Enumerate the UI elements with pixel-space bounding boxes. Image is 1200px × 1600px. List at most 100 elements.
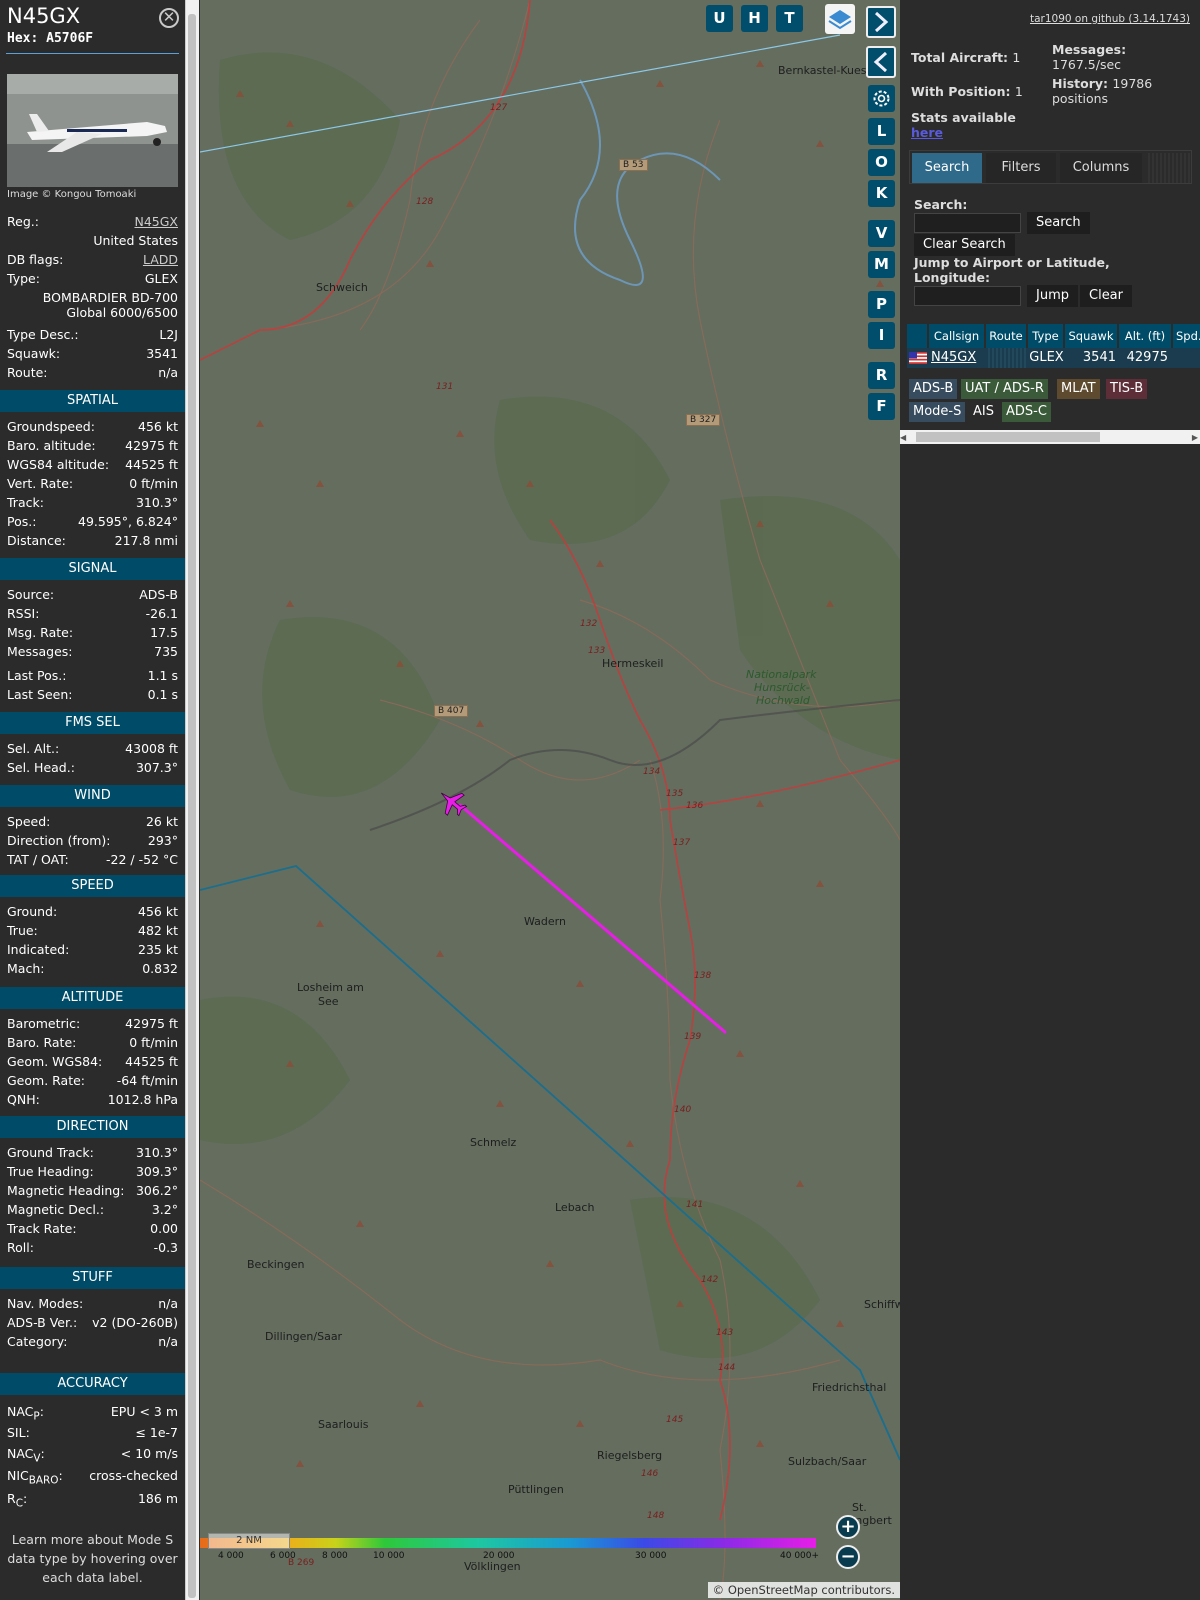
map-button-v[interactable]: V (868, 220, 895, 247)
stuff-label[interactable]: ADS-B Ver.: (7, 1315, 77, 1330)
source-chip-mlat[interactable]: MLAT (1057, 379, 1100, 399)
direction-label[interactable]: True Heading: (7, 1164, 94, 1179)
map-button-o[interactable]: O (868, 149, 895, 176)
stuff-label[interactable]: Nav. Modes: (7, 1296, 83, 1311)
reg-link[interactable]: N45GX (134, 214, 178, 229)
altitude-label[interactable]: Geom. WGS84: (7, 1054, 102, 1069)
nic-label[interactable]: NICBARO: (7, 1468, 63, 1487)
speed-label[interactable]: Mach: (7, 961, 44, 976)
wind-label[interactable]: Speed: (7, 814, 50, 829)
direction-label[interactable]: Track Rate: (7, 1221, 77, 1236)
jump-button[interactable]: Jump (1027, 285, 1078, 307)
sidebar-scrollbar-thumb[interactable] (188, 14, 196, 1598)
altitude-label[interactable]: Baro. Rate: (7, 1035, 76, 1050)
map-button-i[interactable]: I (868, 322, 895, 349)
dbflags-link[interactable]: LADD (143, 252, 178, 267)
map-button-m[interactable]: M (868, 251, 895, 278)
stats-link[interactable]: here (911, 125, 943, 140)
source-chip-ais[interactable]: AIS (969, 402, 998, 422)
signal-label[interactable]: Messages: (7, 644, 73, 659)
altitude-label[interactable]: Barometric: (7, 1016, 80, 1031)
source-chip-uat[interactable]: UAT / ADS-R (961, 379, 1048, 399)
source-chip-adsc[interactable]: ADS-C (1002, 402, 1051, 422)
tab-columns[interactable]: Columns (1060, 153, 1142, 183)
spatial-label[interactable]: WGS84 altitude: (7, 457, 109, 472)
tab-filters[interactable]: Filters (986, 153, 1056, 183)
wind-label[interactable]: TAT / OAT: (7, 852, 69, 867)
fms-label[interactable]: Sel. Alt.: (7, 741, 59, 756)
section-header-speed: SPEED (0, 875, 185, 897)
spatial-label[interactable]: Groundspeed: (7, 419, 95, 434)
map-button-h[interactable]: H (741, 5, 768, 32)
nacp-label[interactable]: NACP: (7, 1404, 44, 1423)
source-chip-tisb[interactable]: TIS-B (1106, 379, 1148, 399)
search-button[interactable]: Search (1027, 212, 1090, 234)
map-canvas[interactable]: Bernkastel-Kues Schweich Hermeskeil Nati… (200, 0, 900, 1600)
scroll-left-icon[interactable]: ◀ (900, 433, 906, 442)
github-link[interactable]: tar1090 on github (3.14.1743) (1030, 13, 1190, 25)
place-label: Wadern (524, 915, 566, 928)
speed-label[interactable]: Ground: (7, 904, 57, 919)
expand-sidebar-button[interactable] (866, 6, 896, 38)
altitude-label[interactable]: QNH: (7, 1092, 40, 1107)
map-button-f[interactable]: F (868, 393, 895, 420)
signal-label[interactable]: Last Pos.: (7, 668, 66, 683)
map-button-p[interactable]: P (868, 291, 895, 318)
map-button-k[interactable]: K (868, 180, 895, 207)
settings-button[interactable] (868, 85, 895, 112)
jump-input[interactable] (914, 286, 1021, 306)
direction-label[interactable]: Roll: (7, 1240, 34, 1255)
spatial-label[interactable]: Vert. Rate: (7, 476, 73, 491)
aircraft-photo[interactable] (7, 74, 178, 187)
speed-label[interactable]: True: (7, 923, 38, 938)
layers-button[interactable] (825, 4, 855, 34)
map-button-t[interactable]: T (776, 5, 803, 32)
source-chip-adsb[interactable]: ADS-B (909, 379, 958, 399)
signal-label[interactable]: RSSI: (7, 606, 39, 621)
col-type-header[interactable]: Type (1028, 324, 1063, 348)
tab-search[interactable]: Search (912, 153, 982, 183)
fms-label[interactable]: Sel. Head.: (7, 760, 75, 775)
source-chip-modes[interactable]: Mode-S (909, 402, 966, 422)
wind-label[interactable]: Direction (from): (7, 833, 111, 848)
row-callsign[interactable]: N45GX (929, 348, 986, 368)
speed-label[interactable]: Indicated: (7, 942, 69, 957)
zoom-out-button[interactable]: − (836, 1545, 860, 1569)
nic-row: NICBARO: cross-checked (7, 1468, 178, 1487)
map-button-u[interactable]: U (706, 5, 733, 32)
col-alt-header[interactable]: Alt. (ft) (1119, 324, 1171, 348)
col-route-header[interactable]: Route (986, 324, 1026, 348)
map-button-l[interactable]: L (868, 118, 895, 145)
signal-label[interactable]: Msg. Rate: (7, 625, 73, 640)
altitude-legend-bar[interactable] (200, 1538, 816, 1548)
table-scrollbar-thumb[interactable] (916, 432, 1100, 442)
table-scrollbar[interactable]: ◀ ▶ (900, 430, 1200, 444)
signal-label[interactable]: Source: (7, 587, 54, 602)
close-icon[interactable]: ✕ (159, 8, 179, 28)
fms-row: Sel. Head.: 307.3° (7, 760, 178, 778)
spatial-label[interactable]: Distance: (7, 533, 66, 548)
direction-label[interactable]: Magnetic Heading: (7, 1183, 124, 1198)
clear-search-button[interactable]: Clear Search (914, 234, 1015, 256)
rc-label[interactable]: RC: (7, 1491, 27, 1510)
altitude-label[interactable]: Geom. Rate: (7, 1073, 85, 1088)
stuff-label[interactable]: Category: (7, 1334, 67, 1349)
zoom-in-button[interactable]: + (836, 1515, 860, 1539)
nacv-label[interactable]: NACV: (7, 1446, 45, 1465)
collapse-button[interactable] (866, 46, 896, 78)
search-input[interactable] (914, 213, 1021, 233)
spatial-label[interactable]: Baro. altitude: (7, 438, 96, 453)
sil-label[interactable]: SIL: (7, 1425, 30, 1440)
scroll-right-icon[interactable]: ▶ (1192, 433, 1198, 442)
spatial-label[interactable]: Pos.: (7, 514, 36, 529)
clear-jump-button[interactable]: Clear (1080, 285, 1132, 307)
spatial-label[interactable]: Track: (7, 495, 44, 510)
direction-label[interactable]: Ground Track: (7, 1145, 94, 1160)
direction-label[interactable]: Magnetic Decl.: (7, 1202, 104, 1217)
signal-label[interactable]: Last Seen: (7, 687, 72, 702)
col-callsign-header[interactable]: Callsign (929, 324, 984, 348)
col-squawk-header[interactable]: Squawk (1065, 324, 1117, 348)
col-speed-header[interactable]: Spd. (1173, 324, 1200, 348)
map-button-r[interactable]: R (868, 362, 895, 389)
map-attribution[interactable]: © OpenStreetMap contributors. (707, 1582, 900, 1598)
